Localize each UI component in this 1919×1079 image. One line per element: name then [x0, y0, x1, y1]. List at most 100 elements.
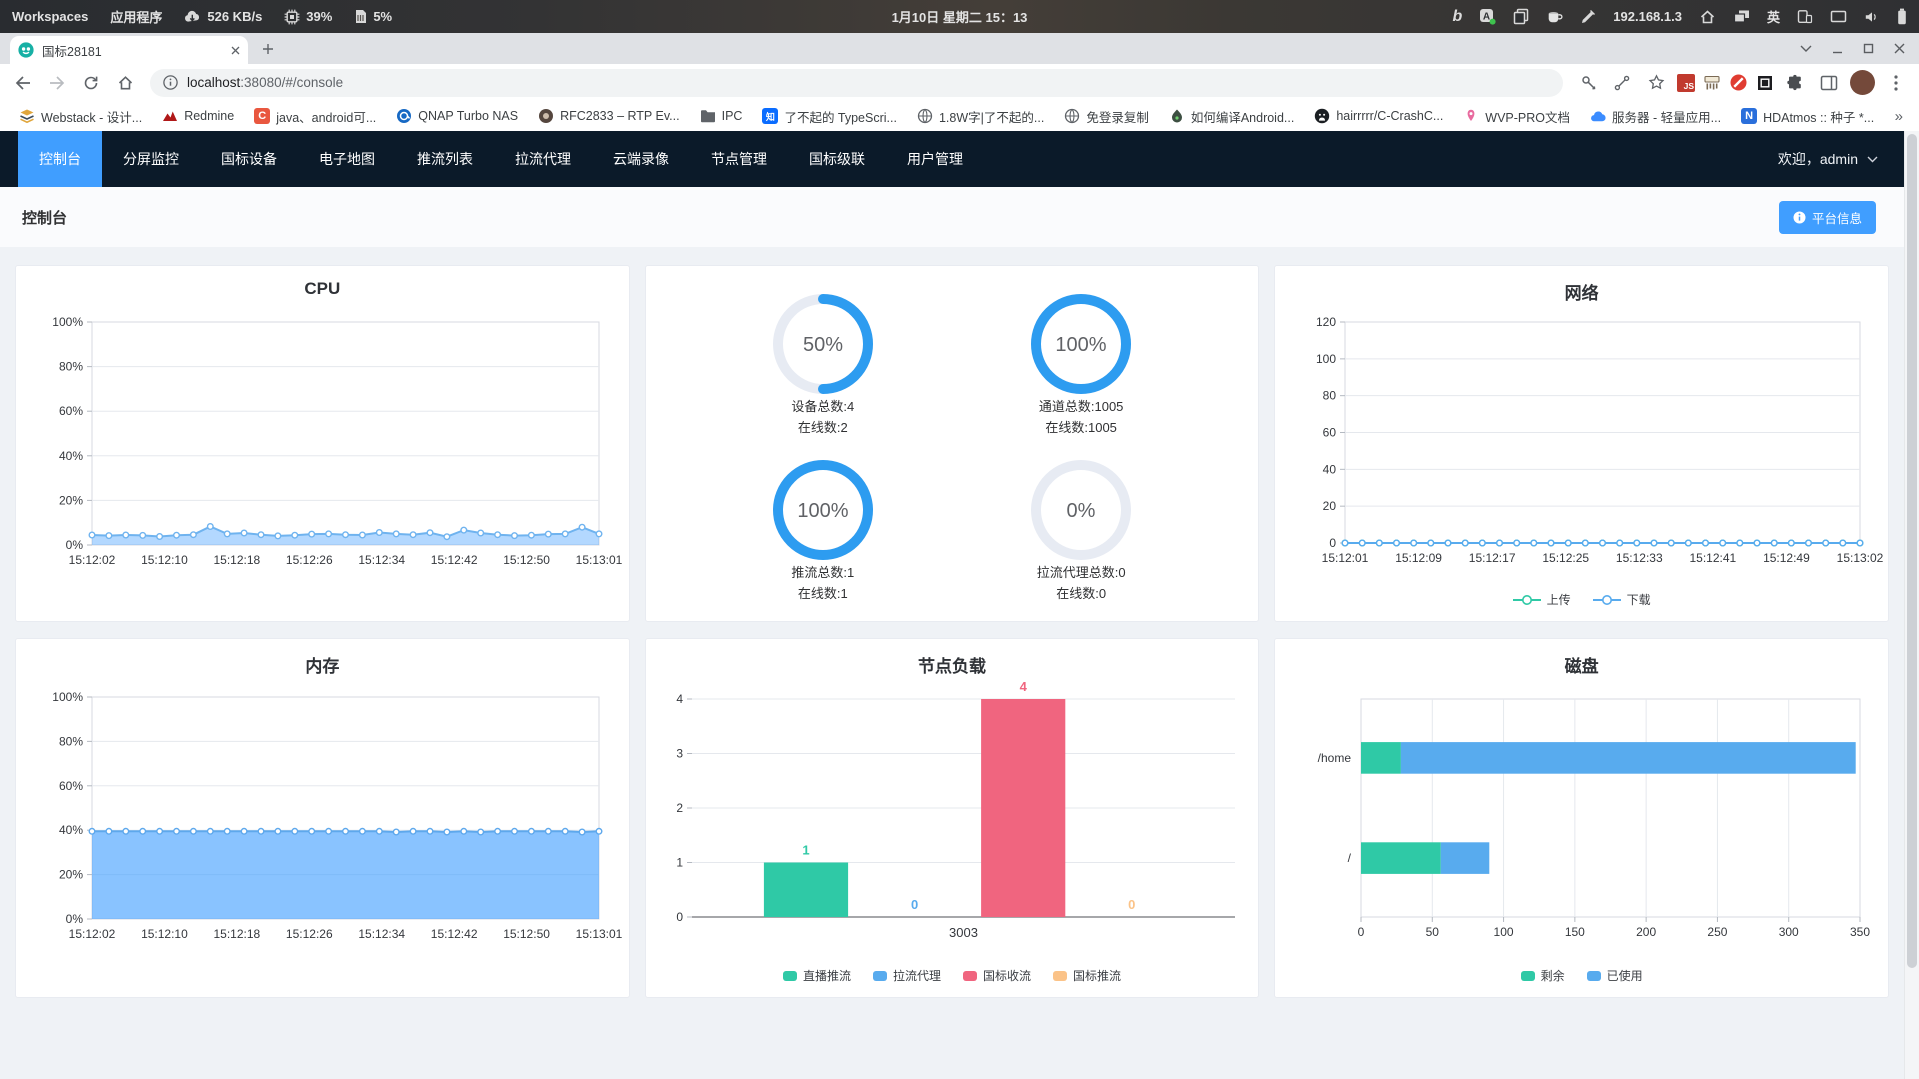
legend-item[interactable]: 国标收流: [962, 967, 1031, 984]
side-panel-icon[interactable]: [1816, 70, 1842, 96]
svg-text:15:12:34: 15:12:34: [358, 927, 405, 941]
page-title: 控制台: [22, 209, 68, 227]
legend-item[interactable]: 拉流代理: [872, 967, 941, 984]
wvp-favicon-icon: [1463, 108, 1479, 124]
bookmark-item-1[interactable]: Webstack - 设计...: [12, 105, 149, 128]
ring-online-label: 在线数:2: [797, 420, 848, 435]
svg-text:0%: 0%: [66, 538, 84, 552]
home-button[interactable]: [112, 70, 138, 96]
page-scrollbar-thumb[interactable]: [1907, 134, 1917, 969]
cpu-usage-value: 39%: [306, 9, 333, 24]
svg-text:40%: 40%: [59, 823, 83, 837]
nav-item-7[interactable]: 云端录像: [592, 131, 690, 187]
bookmark-item-11[interactable]: hairrrrr/C-CrashC...: [1307, 106, 1450, 126]
svg-text:A: A: [1483, 12, 1490, 23]
bookmarks-overflow-icon[interactable]: »: [1895, 108, 1907, 125]
bookmark-item-9[interactable]: 免登录复制: [1057, 105, 1156, 128]
page-scrollbar[interactable]: [1904, 131, 1919, 1079]
home-tray-icon[interactable]: [1699, 9, 1716, 25]
battery-icon[interactable]: [1897, 8, 1907, 25]
nav-item-5[interactable]: 推流列表: [396, 131, 494, 187]
back-button[interactable]: [10, 70, 36, 96]
tab-search-icon[interactable]: [1800, 45, 1812, 52]
password-key-icon[interactable]: [1575, 70, 1601, 96]
network-speed-indicator: 526 KB/s: [184, 9, 262, 24]
nav-item-9[interactable]: 国标级联: [788, 131, 886, 187]
bookmark-item-8[interactable]: 1.8W字|了不起的...: [910, 105, 1051, 128]
bookmark-item-2[interactable]: Redmine: [155, 106, 241, 126]
globe-favicon-icon: [1064, 108, 1080, 124]
svg-text:60: 60: [1323, 426, 1337, 440]
ring-total-label: 设备总数:4: [791, 399, 855, 414]
site-info-icon[interactable]: [163, 75, 178, 90]
nav-item-8[interactable]: 节点管理: [690, 131, 788, 187]
nav-item-3[interactable]: 国标设备: [200, 131, 298, 187]
bookmark-item-10[interactable]: 如何编译Android...: [1162, 105, 1302, 128]
github-favicon-icon: [1314, 108, 1330, 124]
nav-item-4[interactable]: 电子地图: [298, 131, 396, 187]
workspaces-button[interactable]: Workspaces: [12, 9, 88, 24]
legend-item[interactable]: 已使用: [1586, 967, 1643, 984]
svg-text:15:12:09: 15:12:09: [1396, 551, 1443, 565]
close-icon[interactable]: [1894, 43, 1905, 54]
bookmark-item-6[interactable]: IPC: [693, 107, 750, 125]
ring-total-label: 推流总数:1: [791, 564, 855, 580]
webstack-favicon-icon: [19, 108, 35, 124]
cup-icon[interactable]: [1546, 9, 1563, 25]
nav-item-2[interactable]: 分屏监控: [102, 131, 200, 187]
window-controls: [1800, 43, 1919, 54]
chart-title: CPU: [304, 279, 341, 298]
legend-item[interactable]: 直播推流: [782, 967, 851, 984]
nav-item-6[interactable]: 拉流代理: [494, 131, 592, 187]
memory-panel: 内存 0% 20% 40% 60% 80% 100% 15:12:02 15:12:10 15:1…: [15, 638, 630, 998]
profile-avatar[interactable]: [1850, 70, 1875, 95]
new-tab-button[interactable]: [254, 35, 282, 63]
b-logo-icon[interactable]: b: [1453, 8, 1463, 26]
nav-item-1[interactable]: 控制台: [18, 131, 102, 187]
restore-icon[interactable]: [1863, 43, 1874, 54]
applications-menu-button[interactable]: 应用程序: [110, 7, 162, 26]
chart-legend: 直播推流 拉流代理 国标收流 国标推流: [646, 967, 1259, 984]
browser-tab[interactable]: 国标28181: [10, 36, 248, 64]
adblock-extension-icon[interactable]: [1729, 73, 1748, 92]
svg-text:100%: 100%: [797, 500, 848, 522]
clock[interactable]: 1月10日 星期二 15：13: [892, 7, 1028, 26]
devices-icon[interactable]: [1797, 9, 1813, 24]
input-method-indicator[interactable]: 英: [1767, 7, 1780, 26]
nav-item-10[interactable]: 用户管理: [886, 131, 984, 187]
bookmark-item-7[interactable]: 知了不起的 TypeScri...: [755, 105, 904, 128]
js-extension-icon[interactable]: JS: [1677, 73, 1695, 92]
browser-menu-icon[interactable]: [1883, 70, 1909, 96]
legend-item[interactable]: 下载: [1592, 591, 1651, 608]
address-bar[interactable]: localhost:38080/#/console: [150, 68, 1563, 97]
window-switcher-icon[interactable]: [1733, 9, 1750, 24]
legend-item[interactable]: 剩余: [1520, 967, 1565, 984]
volume-icon[interactable]: [1864, 10, 1880, 24]
forward-button[interactable]: [44, 70, 70, 96]
clipboard-icon[interactable]: [1513, 8, 1529, 25]
bookmark-item-12[interactable]: WVP-PRO文档: [1456, 105, 1577, 128]
pen-tool-icon[interactable]: [1580, 9, 1596, 25]
bookmark-item-5[interactable]: RFC2833 – RTP Ev...: [531, 106, 687, 126]
chart-title: 节点负载: [917, 657, 986, 676]
legend-item[interactable]: 国标推流: [1053, 967, 1121, 984]
reload-button[interactable]: [78, 70, 104, 96]
bookmark-item-14[interactable]: N HDAtmos :: 种子 *...: [1734, 105, 1881, 128]
tab-close-icon[interactable]: [231, 46, 240, 55]
bookmark-star-icon[interactable]: [1643, 70, 1669, 96]
translate-icon[interactable]: A: [1479, 8, 1496, 25]
legend-item[interactable]: 上传: [1512, 591, 1571, 608]
bookmark-item-4[interactable]: QNAP Turbo NAS: [389, 106, 525, 126]
share-icon[interactable]: [1609, 70, 1635, 96]
user-menu[interactable]: 欢迎，admin: [1778, 149, 1878, 169]
extensions-puzzle-icon[interactable]: [1782, 70, 1808, 96]
disk-panel: 磁盘 0 50 100 150 200 250 300 350/home / 剩余 已使用: [1274, 638, 1889, 998]
minimize-icon[interactable]: [1832, 43, 1843, 54]
bookmark-item-13[interactable]: 服务器 - 轻量应用...: [1583, 105, 1728, 128]
shredder-extension-icon[interactable]: [1703, 74, 1721, 92]
display-icon[interactable]: [1830, 10, 1847, 24]
dark-square-extension-icon[interactable]: [1756, 74, 1774, 92]
svg-text:15:12:25: 15:12:25: [1543, 551, 1590, 565]
bookmark-item-3[interactable]: Cjava、android可...: [247, 105, 383, 128]
platform-info-button[interactable]: 平台信息: [1778, 200, 1876, 234]
